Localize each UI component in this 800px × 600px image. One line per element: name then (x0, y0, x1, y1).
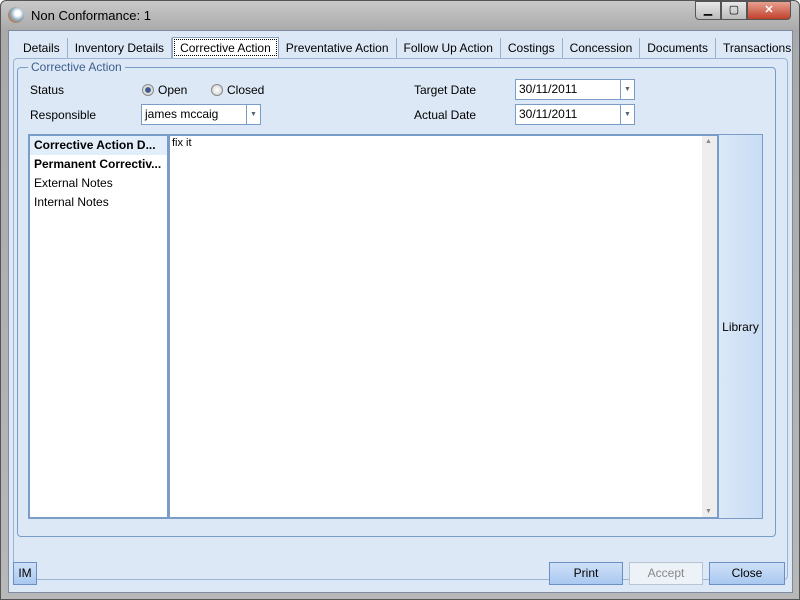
actual-date-picker[interactable]: 30/11/2011 ▼ (515, 104, 635, 125)
tab-strip: Details Inventory Details Corrective Actio… (16, 37, 800, 58)
group-label: Corrective Action (28, 60, 125, 74)
print-button[interactable]: Print (549, 562, 623, 585)
notes-list-item[interactable]: Internal Notes (30, 193, 167, 212)
tab-transactions[interactable]: Transactions (716, 38, 800, 58)
close-window-button[interactable]: ✕ (747, 1, 791, 20)
actual-date-value: 30/11/2011 (519, 107, 578, 121)
tab-follow-up-action[interactable]: Follow Up Action (397, 38, 501, 58)
target-date-label: Target Date (414, 83, 477, 97)
status-closed-radio[interactable]: Closed (211, 83, 264, 97)
close-button[interactable]: Close (709, 562, 785, 585)
client-area: Details Inventory Details Corrective Actio… (8, 30, 800, 593)
tab-documents[interactable]: Documents (640, 38, 716, 58)
chevron-down-icon[interactable]: ▼ (620, 80, 634, 99)
library-button[interactable]: Library (718, 134, 763, 519)
responsible-label: Responsible (30, 108, 97, 122)
target-date-picker[interactable]: 30/11/2011 ▼ (515, 79, 635, 100)
tab-corrective-action[interactable]: Corrective Action (172, 37, 279, 58)
notes-list: Corrective Action D... Permanent Correcti… (28, 134, 169, 519)
scroll-down-icon[interactable]: ▼ (705, 508, 712, 515)
chevron-down-icon[interactable]: ▼ (246, 105, 260, 124)
status-open-radio[interactable]: Open (142, 83, 187, 97)
target-date-value: 30/11/2011 (519, 82, 578, 96)
vertical-scrollbar[interactable]: ▲ ▼ (702, 136, 717, 517)
notes-list-item[interactable]: Corrective Action D... (30, 136, 167, 155)
accept-button[interactable]: Accept (629, 562, 703, 585)
notes-list-item[interactable]: External Notes (30, 174, 167, 193)
chevron-down-icon[interactable]: ▼ (620, 105, 634, 124)
title-bar: Non Conformance: 1 ▁ ▢ ✕ (1, 1, 799, 29)
scroll-up-icon[interactable]: ▲ (705, 138, 712, 145)
responsible-value: james mccaig (145, 107, 219, 121)
notes-editor[interactable]: fix it ▲ ▼ (168, 134, 719, 519)
closed-label: Closed (227, 83, 265, 97)
corrective-action-group: Corrective Action Status Open Closed Res… (17, 60, 776, 537)
tab-concession[interactable]: Concession (563, 38, 641, 58)
minimize-button[interactable]: ▁ (695, 1, 721, 20)
status-label: Status (30, 83, 65, 97)
im-button[interactable]: IM (13, 562, 37, 585)
window: Non Conformance: 1 ▁ ▢ ✕ Details Inventor… (0, 0, 800, 600)
notes-list-item[interactable]: Permanent Correctiv... (30, 155, 167, 174)
tab-details[interactable]: Details (16, 38, 68, 58)
editor-text: fix it (172, 137, 192, 149)
radio-checked-icon (142, 84, 154, 96)
tab-preventative-action[interactable]: Preventative Action (279, 38, 397, 58)
responsible-select[interactable]: james mccaig ▼ (141, 104, 261, 125)
window-title: Non Conformance: 1 (31, 8, 151, 23)
maximize-button[interactable]: ▢ (721, 1, 747, 20)
radio-unchecked-icon (211, 84, 223, 96)
tab-costings[interactable]: Costings (501, 38, 563, 58)
open-label: Open (158, 83, 188, 97)
tab-panel: Corrective Action Status Open Closed Res… (13, 58, 788, 580)
actual-date-label: Actual Date (414, 108, 477, 122)
tab-inventory-details[interactable]: Inventory Details (68, 38, 173, 58)
app-icon (8, 7, 24, 23)
